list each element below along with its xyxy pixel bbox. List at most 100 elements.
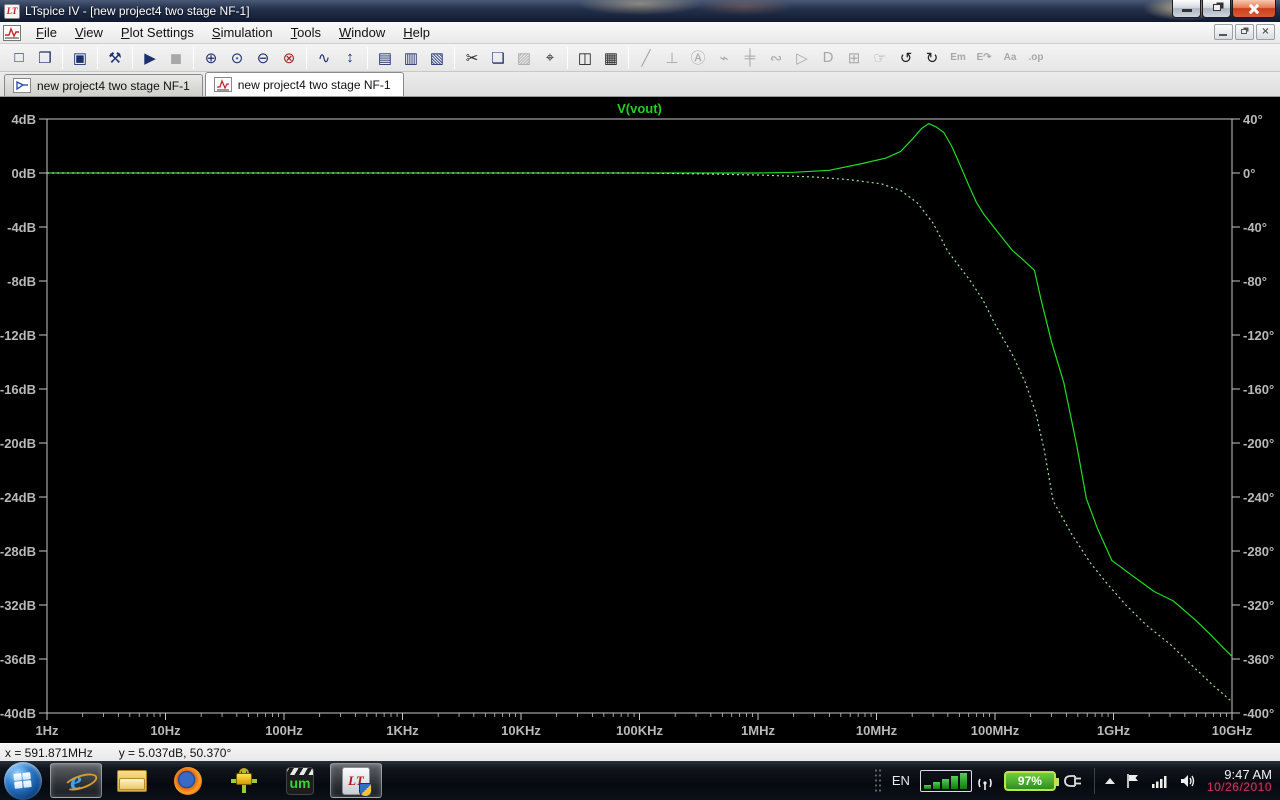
cursor-y-readout: y = 5.037dB, 50.370° xyxy=(118,745,232,760)
menu-simulation[interactable]: Simulation xyxy=(203,23,282,42)
move-button[interactable]: ⊞ xyxy=(841,46,867,70)
menu-file[interactable]: File xyxy=(27,23,66,42)
system-tray: EN 97% 9:47 AM 10/26/2010 xyxy=(873,761,1280,800)
restore-button[interactable] xyxy=(1202,0,1231,18)
mdi-minimize-button[interactable] xyxy=(1214,24,1233,40)
halt-button[interactable]: ◼ xyxy=(163,46,189,70)
manual-axis-limits-button[interactable]: ↕ xyxy=(337,46,363,70)
print-preview-button[interactable]: ◫ xyxy=(572,46,598,70)
ltspice-logo-icon: LT xyxy=(4,3,20,19)
menu-help[interactable]: Help xyxy=(394,23,439,42)
taskbar-ltspice[interactable]: LT xyxy=(330,763,382,798)
ground-button[interactable]: ⊥ xyxy=(659,46,685,70)
menu-items: File View Plot Settings Simulation Tools Wind… xyxy=(27,23,439,42)
tab-bar: new project4 two stage NF-1 new project4… xyxy=(0,72,1280,97)
cut-button[interactable]: ✂ xyxy=(459,46,485,70)
svg-text:10GHz: 10GHz xyxy=(1212,723,1253,738)
clock[interactable]: 9:47 AM 10/26/2010 xyxy=(1207,768,1272,794)
svg-text:40°: 40° xyxy=(1243,112,1263,127)
taskbar-firefox[interactable] xyxy=(162,763,214,798)
show-hidden-icons-button[interactable] xyxy=(1104,777,1115,784)
wireless-signal-widget[interactable] xyxy=(919,769,994,792)
language-indicator[interactable]: EN xyxy=(892,773,910,788)
svg-text:-40°: -40° xyxy=(1243,220,1267,235)
movie-maker-icon: um xyxy=(286,766,314,795)
open-button[interactable]: ❒ xyxy=(32,46,58,70)
menu-tools[interactable]: Tools xyxy=(282,23,330,42)
svg-text:-12dB: -12dB xyxy=(0,328,36,343)
schematic-icon xyxy=(13,78,31,93)
undo-button[interactable]: ↺ xyxy=(893,46,919,70)
diode-button[interactable]: ▷ xyxy=(789,46,815,70)
copy-button[interactable]: ❏ xyxy=(485,46,511,70)
plug-icon xyxy=(1064,774,1081,787)
svg-text:-80°: -80° xyxy=(1243,274,1267,289)
run-button[interactable]: ▶ xyxy=(137,46,163,70)
component-button[interactable]: D xyxy=(815,46,841,70)
windows-taskbar: e um LT EN 97% 9:47 AM 10/26/2010 xyxy=(0,761,1280,800)
resistor-button[interactable]: ⌁ xyxy=(711,46,737,70)
cascade-windows-button[interactable]: ▧ xyxy=(424,46,450,70)
rotate-button[interactable]: E↷ xyxy=(971,46,997,70)
minimize-button[interactable] xyxy=(1172,0,1201,18)
svg-text:10KHz: 10KHz xyxy=(501,723,541,738)
battery-widget[interactable]: 97% xyxy=(1003,770,1084,791)
status-bar: x = 591.871MHz y = 5.037dB, 50.370° xyxy=(0,743,1280,761)
menu-view[interactable]: View xyxy=(66,23,112,42)
svg-text:10MHz: 10MHz xyxy=(856,723,898,738)
tab-schematic[interactable]: new project4 two stage NF-1 xyxy=(4,74,203,96)
taskbar-network-key-tool[interactable] xyxy=(218,763,270,798)
taskbar-internet-explorer[interactable]: e xyxy=(50,763,102,798)
svg-text:1KHz: 1KHz xyxy=(386,723,419,738)
mdi-close-button[interactable]: × xyxy=(1256,24,1275,40)
taskbar-windows-explorer[interactable] xyxy=(106,763,158,798)
net-label-button[interactable]: Ⓐ xyxy=(685,46,711,70)
firefox-icon xyxy=(174,766,202,795)
save-button[interactable]: ▣ xyxy=(67,46,93,70)
tile-vertically-button[interactable]: ▥ xyxy=(398,46,424,70)
key-lock-icon xyxy=(231,767,257,795)
svg-text:100Hz: 100Hz xyxy=(265,723,303,738)
menu-window[interactable]: Window xyxy=(330,23,394,42)
clock-time: 9:47 AM xyxy=(1224,766,1272,782)
svg-text:1GHz: 1GHz xyxy=(1097,723,1131,738)
menu-plot-settings[interactable]: Plot Settings xyxy=(112,23,203,42)
network-status-icon[interactable] xyxy=(1151,773,1169,789)
mdi-restore-button[interactable] xyxy=(1235,24,1254,40)
print-button[interactable]: ▦ xyxy=(598,46,624,70)
svg-text:1Hz: 1Hz xyxy=(35,723,59,738)
zoom-full-extents-button[interactable]: ⊗ xyxy=(276,46,302,70)
redo-button[interactable]: ↻ xyxy=(919,46,945,70)
svg-text:-24dB: -24dB xyxy=(0,490,36,505)
control-panel-button[interactable]: ⚒ xyxy=(102,46,128,70)
find-button[interactable]: ⌖ xyxy=(537,46,563,70)
spice-directive-button[interactable]: .op xyxy=(1023,46,1049,70)
taskbar-movie-maker[interactable]: um xyxy=(274,763,326,798)
paste-button[interactable]: ▨ xyxy=(511,46,537,70)
start-button[interactable] xyxy=(4,761,42,800)
plot-title[interactable]: V(vout) xyxy=(617,101,662,116)
text-button[interactable]: Aa xyxy=(997,46,1023,70)
drag-button[interactable]: ☞ xyxy=(867,46,893,70)
svg-text:-400°: -400° xyxy=(1243,706,1274,721)
title-bar: LT LTspice IV - [new project4 two stage … xyxy=(0,0,1280,22)
svg-text:-32dB: -32dB xyxy=(0,598,36,613)
capacitor-button[interactable]: ╪ xyxy=(737,46,763,70)
inductor-button[interactable]: ∾ xyxy=(763,46,789,70)
waveform-plot-pane[interactable]: V(vout) 4dB 0dB -4dB -8dB -12dB -16dB -20dB -24d… xyxy=(0,97,1280,743)
tile-horizontally-button[interactable]: ▤ xyxy=(372,46,398,70)
action-center-flag-icon[interactable] xyxy=(1125,773,1141,789)
zoom-back-button[interactable]: ⊙ xyxy=(224,46,250,70)
folder-icon xyxy=(117,769,147,792)
draw-wire-button[interactable]: ╱ xyxy=(633,46,659,70)
tab-waveform[interactable]: new project4 two stage NF-1 xyxy=(204,72,404,96)
mirror-button[interactable]: Em xyxy=(945,46,971,70)
signal-bars-icon xyxy=(919,769,972,792)
waveform-window-icon xyxy=(3,24,21,41)
volume-icon[interactable] xyxy=(1179,773,1197,789)
zoom-area-button[interactable]: ⊕ xyxy=(198,46,224,70)
zoom-out-button[interactable]: ⊖ xyxy=(250,46,276,70)
close-button[interactable] xyxy=(1232,0,1276,18)
autorange-y-axis-button[interactable]: ∿ xyxy=(311,46,337,70)
new-schematic-button[interactable]: □ xyxy=(6,46,32,70)
